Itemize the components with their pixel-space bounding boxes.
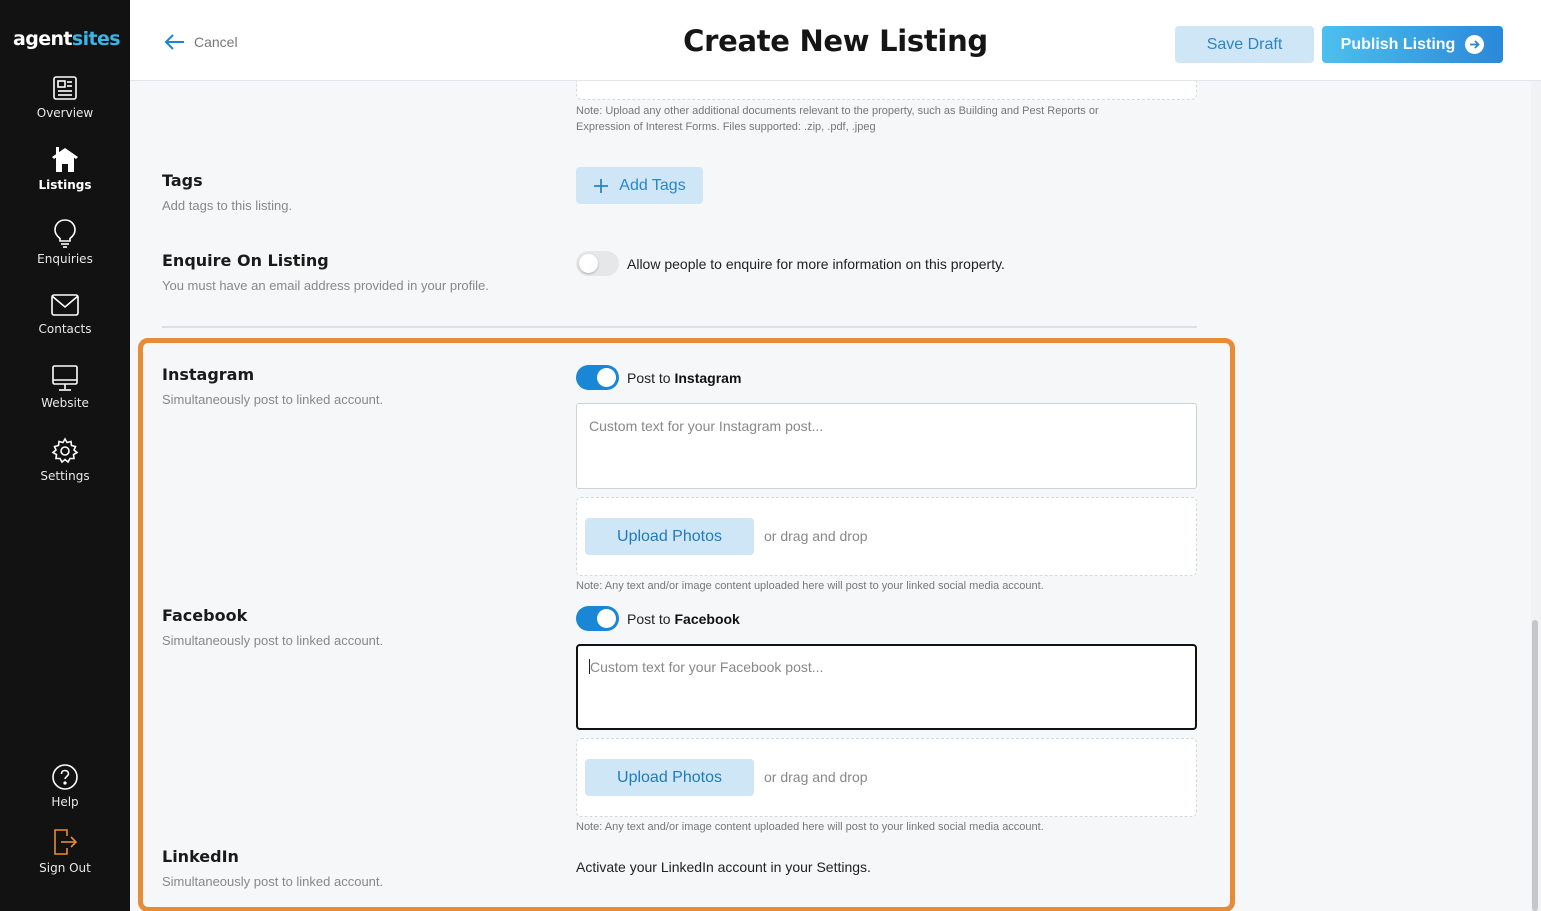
add-tags-label: Add Tags bbox=[619, 176, 686, 194]
listings-icon bbox=[52, 147, 78, 172]
plus-icon bbox=[594, 178, 609, 193]
sign-out-icon bbox=[54, 829, 78, 855]
instagram-title: Instagram bbox=[162, 365, 255, 384]
sidebar-item-label: Listings bbox=[38, 178, 92, 192]
sidebar-item-label: Settings bbox=[40, 469, 90, 483]
arrow-right-circle-icon bbox=[1465, 35, 1485, 54]
publish-label: Publish Listing bbox=[1340, 35, 1456, 53]
linkedin-subtitle: Simultaneously post to linked account. bbox=[162, 874, 384, 889]
documents-note-line2: Expression of Interest Forms. Files supp… bbox=[576, 121, 876, 133]
logo-text-part2: sites bbox=[71, 28, 121, 50]
help-icon bbox=[52, 764, 78, 790]
enquire-subtitle: You must have an email address provided … bbox=[162, 278, 489, 293]
instagram-placeholder: Custom text for your Instagram post... bbox=[589, 418, 824, 434]
facebook-toggle-text: Post to Facebook bbox=[627, 611, 740, 627]
sidebar-item-label: Overview bbox=[36, 106, 94, 120]
facebook-placeholder: Custom text for your Facebook post... bbox=[590, 659, 824, 675]
sidebar-item-website[interactable]: Website bbox=[0, 364, 130, 410]
toggle-knob bbox=[597, 368, 616, 387]
sidebar-item-label: Contacts bbox=[38, 322, 92, 336]
monitor-icon bbox=[52, 365, 78, 391]
instagram-upload-dropzone[interactable]: Upload Photos or drag and drop bbox=[576, 497, 1197, 576]
publish-listing-button[interactable]: Publish Listing bbox=[1322, 26, 1503, 63]
sidebar: agentsites Overview Listings Enquiries C… bbox=[0, 0, 130, 911]
toggle-prefix: Post to bbox=[627, 370, 671, 386]
add-tags-button[interactable]: Add Tags bbox=[576, 167, 703, 204]
enquire-title: Enquire On Listing bbox=[162, 251, 329, 270]
instagram-note: Note: Any text and/or image content uplo… bbox=[576, 580, 1044, 592]
tags-subtitle: Add tags to this listing. bbox=[162, 198, 293, 213]
enquire-toggle[interactable] bbox=[576, 251, 619, 276]
sidebar-item-label: Website bbox=[41, 396, 89, 410]
envelope-icon bbox=[51, 294, 79, 316]
sidebar-item-label: Sign Out bbox=[39, 861, 91, 875]
drag-drop-text: or drag and drop bbox=[764, 769, 868, 785]
linkedin-title: LinkedIn bbox=[162, 847, 239, 866]
facebook-upload-photos-button[interactable]: Upload Photos bbox=[585, 759, 754, 796]
toggle-knob bbox=[579, 254, 598, 273]
sign-out-button[interactable]: Sign Out bbox=[0, 827, 130, 875]
instagram-post-textarea[interactable]: Custom text for your Instagram post... bbox=[576, 403, 1197, 489]
facebook-post-textarea[interactable]: Custom text for your Facebook post... bbox=[576, 644, 1197, 730]
toggle-prefix: Post to bbox=[627, 611, 671, 627]
instagram-toggle[interactable] bbox=[576, 365, 619, 390]
facebook-upload-dropzone[interactable]: Upload Photos or drag and drop bbox=[576, 738, 1197, 817]
toggle-knob bbox=[597, 609, 616, 628]
sidebar-item-contacts[interactable]: Contacts bbox=[0, 292, 130, 336]
facebook-subtitle: Simultaneously post to linked account. bbox=[162, 633, 384, 648]
drag-drop-text: or drag and drop bbox=[764, 528, 868, 544]
section-divider bbox=[162, 326, 1197, 328]
save-draft-button[interactable]: Save Draft bbox=[1175, 26, 1314, 63]
sidebar-item-label: Help bbox=[51, 795, 79, 809]
logo-text-part1: agent bbox=[13, 28, 73, 50]
overview-icon bbox=[53, 76, 77, 100]
listing-form: Note: Upload any other additional docume… bbox=[130, 81, 1541, 911]
sidebar-item-listings[interactable]: Listings bbox=[0, 146, 130, 192]
gear-icon bbox=[51, 437, 79, 464]
toggle-target: Instagram bbox=[674, 370, 742, 386]
facebook-toggle[interactable] bbox=[576, 606, 619, 631]
facebook-note: Note: Any text and/or image content uplo… bbox=[576, 821, 1044, 833]
facebook-title: Facebook bbox=[162, 606, 248, 625]
toggle-target: Facebook bbox=[674, 611, 740, 627]
instagram-subtitle: Simultaneously post to linked account. bbox=[162, 392, 384, 407]
sidebar-item-help[interactable]: Help bbox=[0, 763, 130, 809]
sidebar-item-label: Enquiries bbox=[37, 252, 93, 266]
instagram-upload-photos-button[interactable]: Upload Photos bbox=[585, 518, 754, 555]
scrollbar-thumb[interactable] bbox=[1532, 620, 1538, 911]
app-logo[interactable]: agentsites bbox=[13, 28, 121, 50]
sidebar-item-overview[interactable]: Overview bbox=[0, 74, 130, 120]
instagram-toggle-text: Post to Instagram bbox=[627, 370, 741, 386]
sidebar-item-enquiries[interactable]: Enquiries bbox=[0, 218, 130, 266]
linkedin-activate-text: Activate your LinkedIn account in your S… bbox=[576, 859, 871, 875]
documents-note-line1: Note: Upload any other additional docume… bbox=[576, 105, 1099, 117]
tags-title: Tags bbox=[162, 171, 203, 190]
documents-note: Note: Upload any other additional docume… bbox=[576, 103, 1216, 135]
sidebar-item-settings[interactable]: Settings bbox=[0, 437, 130, 483]
lightbulb-icon bbox=[54, 219, 76, 248]
page-header: Cancel Create New Listing Save Draft Pub… bbox=[130, 0, 1541, 81]
enquire-toggle-text: Allow people to enquire for more informa… bbox=[627, 256, 1005, 272]
documents-dropzone[interactable] bbox=[576, 81, 1197, 100]
